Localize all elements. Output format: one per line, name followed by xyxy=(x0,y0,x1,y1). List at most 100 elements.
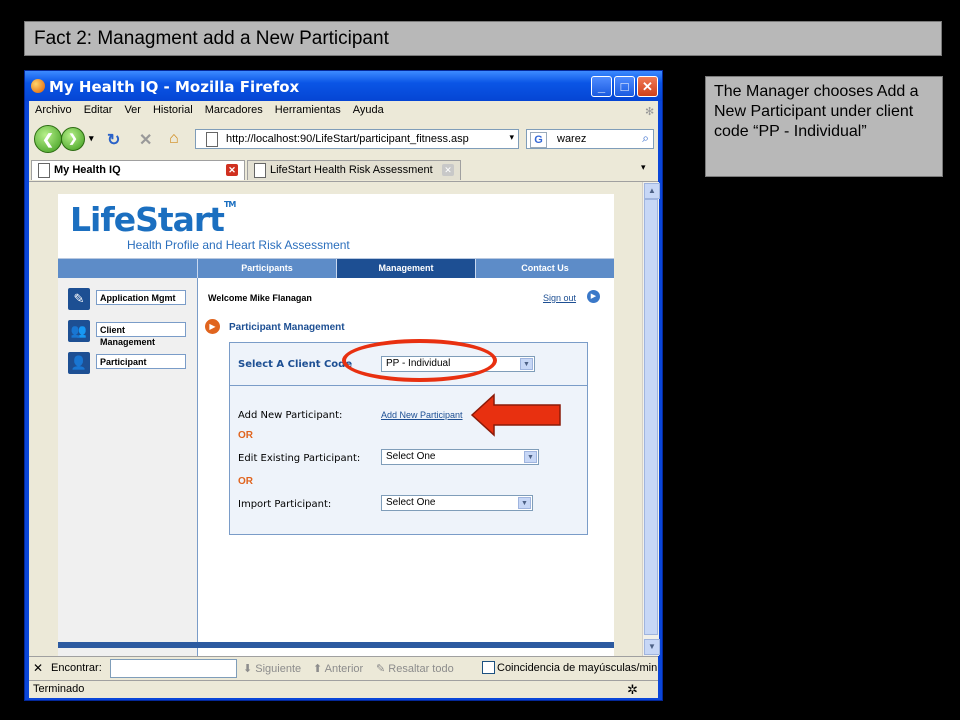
welcome-text: Welcome Mike Flanagan xyxy=(208,293,312,303)
page-viewport: LifeStartTM Health Profile and Heart Ris… xyxy=(29,182,660,656)
search-input[interactable]: G warez ⌕ xyxy=(526,129,654,149)
nav-participants[interactable]: Participants xyxy=(197,259,336,278)
navigation-toolbar: ❮ ❯ ▾ ↻ ✕ ⌂ http://localhost:90/LifeStar… xyxy=(29,121,658,157)
tab-label: LifeStart Health Risk Assessment xyxy=(270,164,433,176)
scroll-down-icon[interactable]: ▼ xyxy=(644,639,660,655)
find-next-button[interactable]: ⬇ Siguiente xyxy=(243,662,301,675)
menu-ver[interactable]: Ver xyxy=(118,101,147,119)
tab-close-icon[interactable]: ✕ xyxy=(226,164,238,176)
arrow-down-icon: ⬇ xyxy=(243,663,253,675)
throbber-icon: ✻ xyxy=(645,106,655,118)
pen-icon: ✎ xyxy=(68,288,90,310)
scrollbar-thumb[interactable] xyxy=(644,199,658,635)
highlight-ellipse xyxy=(342,339,497,382)
maximize-button[interactable]: □ xyxy=(614,76,635,97)
url-input[interactable]: http://localhost:90/LifeStart/participan… xyxy=(195,129,519,149)
menu-bar: Archivo Editar Ver Historial Marcadores Herra… xyxy=(29,101,658,121)
edit-participant-value: Select One xyxy=(386,451,436,462)
status-bar: Terminado ✲ xyxy=(29,680,658,699)
lifestart-logo: LifeStartTM xyxy=(70,200,236,239)
menu-marcadores[interactable]: Marcadores xyxy=(199,101,269,119)
match-case-label: Coincidencia de mayúsculas/minúsc xyxy=(497,662,657,674)
menu-historial[interactable]: Historial xyxy=(147,101,199,119)
edit-participant-label: Edit Existing Participant: xyxy=(238,453,361,464)
people-icon: 👥 xyxy=(68,320,90,342)
or-label: OR xyxy=(238,430,253,441)
annotation-note: The Manager chooses Add a New Participan… xyxy=(705,76,943,177)
url-text: http://localhost:90/LifeStart/participan… xyxy=(226,133,469,145)
google-icon[interactable]: G xyxy=(530,132,547,148)
chevron-down-icon[interactable]: ▼ xyxy=(518,497,531,509)
browser-client: Archivo Editar Ver Historial Marcadores Herra… xyxy=(29,101,660,699)
highlight-icon: ✎ xyxy=(376,663,386,675)
side-item-client-management[interactable]: 👥 Client Management xyxy=(68,320,188,347)
addon-icon[interactable]: ✲ xyxy=(627,682,638,698)
page-icon xyxy=(254,163,266,178)
tab-lifestart-hra[interactable]: LifeStart Health Risk Assessment ✕ xyxy=(247,160,461,180)
find-prev-button[interactable]: ⬆ Anterior xyxy=(313,662,363,675)
import-participant-value: Select One xyxy=(386,497,436,508)
client-code-label: Select A Client Code xyxy=(238,359,353,370)
menu-archivo[interactable]: Archivo xyxy=(29,101,78,119)
match-case-checkbox[interactable] xyxy=(482,661,495,674)
side-item-label: Participant xyxy=(96,354,186,369)
arrow-up-icon: ⬆ xyxy=(313,663,323,675)
find-label: Encontrar: xyxy=(51,662,102,674)
nav-management[interactable]: Management xyxy=(336,259,475,278)
main-pane: Welcome Mike Flanagan Sign out ▶ ▶ Parti… xyxy=(198,278,614,656)
slide-title: Fact 2: Managment add a New Participant xyxy=(24,21,942,56)
find-input[interactable] xyxy=(110,659,237,678)
home-icon[interactable]: ⌂ xyxy=(169,130,179,148)
stop-icon[interactable]: ✕ xyxy=(139,130,152,150)
side-item-participant[interactable]: 👤 Participant xyxy=(68,352,188,374)
tab-close-icon[interactable]: ✕ xyxy=(442,164,454,176)
signout-arrow-icon[interactable]: ▶ xyxy=(587,290,600,303)
section-arrow-icon: ▶ xyxy=(205,319,220,334)
page-icon xyxy=(38,163,50,178)
search-text: warez xyxy=(557,133,587,145)
history-dropdown-icon[interactable]: ▾ xyxy=(89,133,94,144)
nav-contact-us[interactable]: Contact Us xyxy=(475,259,614,278)
side-menu: ✎ Application Mgmt 👥 Client Management 👤… xyxy=(58,278,198,656)
tab-list-icon[interactable]: ▾ xyxy=(641,162,646,173)
site-navbar: Participants Management Contact Us xyxy=(58,259,614,278)
close-icon[interactable]: ✕ xyxy=(33,661,43,675)
scroll-up-icon[interactable]: ▲ xyxy=(644,183,660,199)
import-participant-select[interactable]: Select One ▼ xyxy=(381,495,533,511)
side-item-label: Client Management xyxy=(96,322,186,347)
add-new-participant-link[interactable]: Add New Participant xyxy=(381,410,463,420)
vertical-scrollbar[interactable]: ▲ ▼ xyxy=(642,182,660,656)
close-button[interactable]: ✕ xyxy=(637,76,658,97)
back-button[interactable]: ❮ xyxy=(34,125,62,153)
search-icon[interactable]: ⌕ xyxy=(642,131,649,146)
or-label: OR xyxy=(238,476,253,487)
tab-strip: My Health IQ ✕ LifeStart Health Risk Ass… xyxy=(29,157,658,182)
window-titlebar[interactable]: My Health IQ - Mozilla Firefox _ □ ✕ xyxy=(25,71,662,101)
browser-window: My Health IQ - Mozilla Firefox _ □ ✕ Arc… xyxy=(24,70,663,701)
minimize-button[interactable]: _ xyxy=(591,76,612,97)
chevron-down-icon[interactable]: ▼ xyxy=(520,358,533,370)
firefox-icon xyxy=(31,79,45,93)
menu-editar[interactable]: Editar xyxy=(78,101,119,119)
find-bar: ✕ Encontrar: ⬇ Siguiente ⬆ Anterior ✎ Re… xyxy=(29,656,658,681)
tab-label: My Health IQ xyxy=(54,164,121,176)
site-header: LifeStartTM Health Profile and Heart Ris… xyxy=(58,194,614,259)
chevron-down-icon[interactable]: ▼ xyxy=(524,451,537,463)
forward-button[interactable]: ❯ xyxy=(61,127,85,151)
menu-herramientas[interactable]: Herramientas xyxy=(269,101,347,119)
side-item-application-mgmt[interactable]: ✎ Application Mgmt xyxy=(68,288,188,310)
section-title: Participant Management xyxy=(229,322,345,333)
add-participant-label: Add New Participant: xyxy=(238,410,343,421)
edit-participant-select[interactable]: Select One ▼ xyxy=(381,449,539,465)
page-icon xyxy=(206,132,218,147)
status-text: Terminado xyxy=(33,683,85,695)
url-dropdown-icon[interactable]: ▾ xyxy=(509,132,514,143)
import-participant-label: Import Participant: xyxy=(238,499,332,510)
highlight-all-button[interactable]: ✎ Resaltar todo xyxy=(376,662,454,675)
side-item-label: Application Mgmt xyxy=(96,290,186,305)
person-icon: 👤 xyxy=(68,352,90,374)
signout-link[interactable]: Sign out xyxy=(543,293,576,303)
tab-my-health-iq[interactable]: My Health IQ ✕ xyxy=(31,160,245,180)
reload-icon[interactable]: ↻ xyxy=(107,130,120,150)
menu-ayuda[interactable]: Ayuda xyxy=(347,101,390,119)
